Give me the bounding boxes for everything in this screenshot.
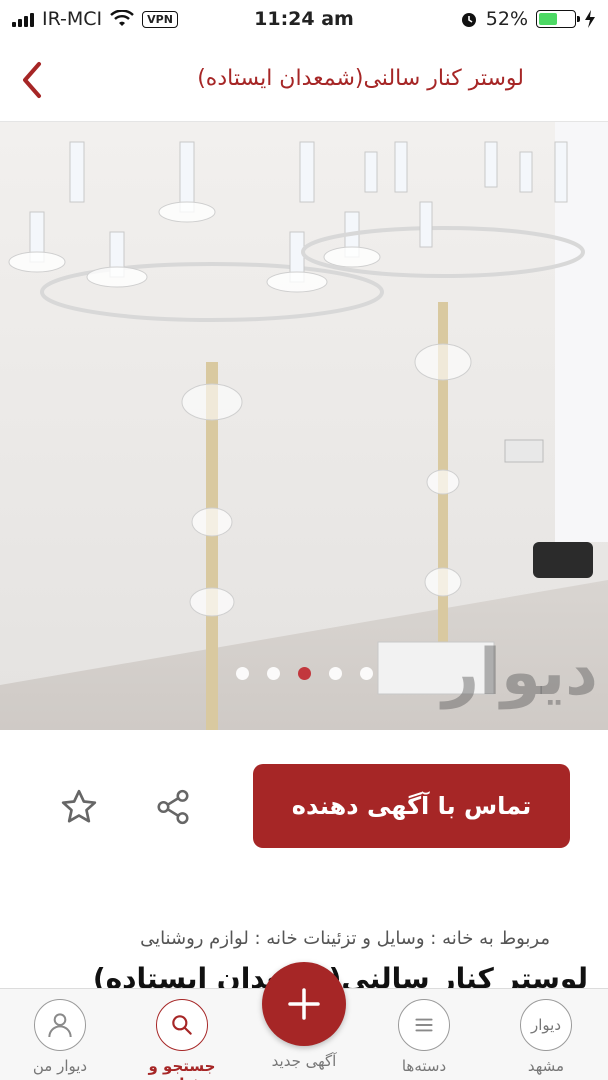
charging-icon (585, 10, 595, 28)
star-icon (61, 789, 97, 823)
gallery-dot[interactable] (328, 667, 342, 680)
search-icon (156, 999, 208, 1051)
battery-icon (536, 10, 580, 28)
status-right: 52% (460, 8, 596, 30)
alarm-icon (461, 13, 476, 27)
nav-city[interactable]: دیوار مشهد (496, 999, 596, 1075)
share-button[interactable] (150, 784, 196, 830)
listing-photo[interactable]: دیوار (0, 122, 608, 730)
nav-label-city: مشهد (527, 1057, 565, 1075)
bookmark-button[interactable] (56, 784, 102, 830)
menu-icon (398, 999, 450, 1051)
nav-label-search: جستجو و فیلتر (148, 1057, 216, 1080)
gallery-pagination[interactable] (0, 667, 608, 680)
nav-search-filter[interactable]: جستجو و فیلتر (132, 999, 232, 1080)
nav-label-new-ad: آگهی جدید (271, 1052, 337, 1070)
nav-my-divar[interactable]: دیوار من (10, 999, 110, 1075)
plus-icon (288, 988, 320, 1020)
chevron-left-icon (23, 62, 41, 98)
nav-categories[interactable]: دسته‌ها (374, 999, 474, 1075)
new-ad-button[interactable] (262, 962, 346, 1046)
battery-fill (539, 13, 557, 25)
nav-label-categories: دسته‌ها (401, 1057, 447, 1075)
gallery-dot[interactable] (266, 667, 280, 680)
page-title: لوستر کنار سالنی(شمعدان ایستاده) (197, 66, 524, 91)
gallery-dot[interactable] (235, 667, 249, 680)
battery-percent: 52% (485, 8, 528, 30)
user-icon (34, 999, 86, 1051)
nav-label-my-divar: دیوار من (32, 1057, 88, 1075)
divar-logo: دیوار (520, 999, 572, 1051)
gallery-dot[interactable] (359, 667, 373, 680)
gallery-dot[interactable] (297, 667, 311, 680)
contact-advertiser-button[interactable]: تماس با آگهی دهنده (253, 764, 570, 848)
status-bar: IR-MCI VPN 11:24 am 52% (0, 0, 608, 40)
app-header: لوستر کنار سالنی(شمعدان ایستاده) (0, 40, 608, 122)
share-icon (157, 789, 189, 825)
back-button[interactable] (12, 58, 52, 102)
category-breadcrumb: مربوط به خانه : وسایل و تزئینات خانه : ل… (140, 928, 550, 949)
